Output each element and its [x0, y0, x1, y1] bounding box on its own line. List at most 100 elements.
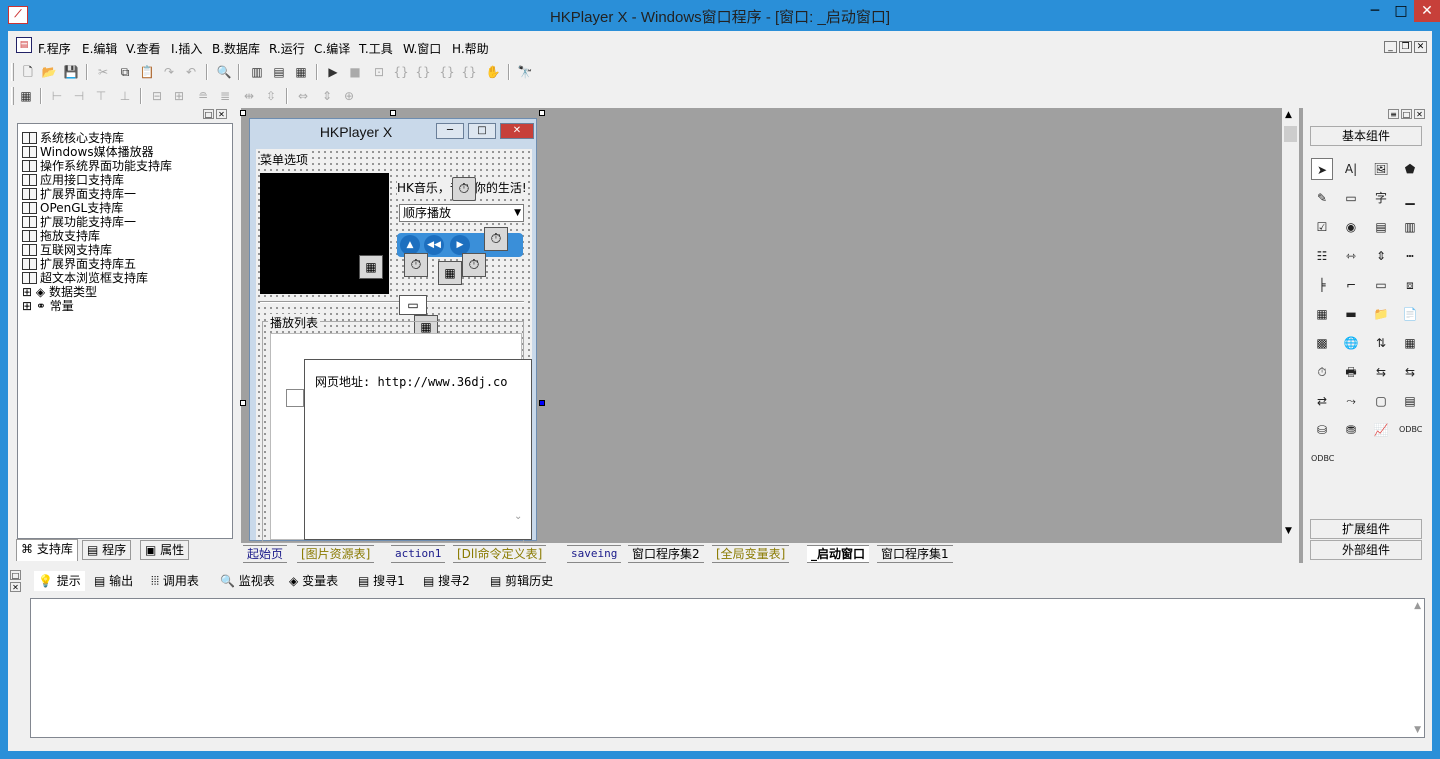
calendar-component-icon[interactable]: ▦: [438, 261, 462, 285]
menu-program[interactable]: F.程序: [38, 40, 71, 57]
scroll-up-icon[interactable]: ▲: [1285, 110, 1292, 120]
align-bottom-icon[interactable]: ⊥: [116, 87, 134, 105]
space-v-icon[interactable]: ⇳: [262, 87, 280, 105]
picture-box-icon[interactable]: 🖼: [1370, 158, 1392, 180]
menu-help[interactable]: H.帮助: [452, 40, 489, 57]
edit-box-icon[interactable]: ✎: [1311, 187, 1333, 209]
tab-global-vars[interactable]: [全局变量表]: [712, 545, 790, 563]
tab-startup-window[interactable]: _启动窗口: [807, 545, 870, 563]
step-over-icon[interactable]: {}: [414, 63, 432, 81]
odbc-icon[interactable]: ODBC: [1399, 419, 1422, 441]
menu-insert[interactable]: I.插入: [171, 40, 202, 57]
title-bar[interactable]: ⟋ HKPlayer X - Windows窗口程序 - [窗口: _启动窗口]…: [0, 0, 1440, 31]
menu-compile[interactable]: C.编译: [314, 40, 350, 57]
tab-properties[interactable]: ▣ 属性: [140, 540, 190, 560]
selection-handle[interactable]: [539, 400, 545, 406]
form-maximize-button[interactable]: □: [468, 123, 496, 139]
toolbar-grip[interactable]: [11, 63, 14, 81]
panel-restore-button[interactable]: □: [1401, 109, 1412, 119]
mdi-close-button[interactable]: ✕: [1414, 41, 1427, 53]
calendar-component-icon[interactable]: ▦: [359, 255, 383, 279]
menu-edit[interactable]: E.编辑: [82, 40, 117, 57]
step-into-icon[interactable]: {}: [392, 63, 410, 81]
tab-saveing[interactable]: saveing: [567, 545, 622, 563]
tree-item-datatypes[interactable]: ⊞ ◈ 数据类型: [22, 285, 97, 299]
scroll-up-icon[interactable]: ▲: [1414, 601, 1421, 611]
layout-bottom-icon[interactable]: ▤: [270, 63, 288, 81]
mdi-restore-button[interactable]: ❐: [1399, 41, 1412, 53]
redo-icon[interactable]: ↷: [160, 63, 178, 81]
copy-icon[interactable]: ⧉: [116, 63, 134, 81]
play-control-icon[interactable]: ▶: [450, 235, 470, 255]
network-client-icon[interactable]: ⇄: [1311, 390, 1333, 412]
mdi-doc-icon[interactable]: ▤: [16, 37, 32, 53]
calculator-icon[interactable]: ▦: [17, 87, 35, 105]
save-icon[interactable]: 💾: [62, 63, 80, 81]
timer-component-icon[interactable]: ⏱: [452, 177, 476, 201]
tab-support-library[interactable]: ⌘ 支持库: [16, 539, 78, 561]
tree-item[interactable]: 操作系统界面功能支持库: [22, 159, 172, 173]
panel-close-button[interactable]: ✕: [10, 582, 21, 592]
font-char-icon[interactable]: 字: [1370, 187, 1392, 209]
tree-item[interactable]: 扩展功能支持库一: [22, 215, 136, 229]
form-minimize-button[interactable]: ─: [436, 123, 464, 139]
file-box-icon[interactable]: 📄: [1399, 303, 1421, 325]
menu-tools[interactable]: T.工具: [359, 40, 393, 57]
table-icon[interactable]: ▤: [1399, 390, 1421, 412]
stop-icon[interactable]: ■: [346, 63, 364, 81]
image-box-icon[interactable]: ⧈: [1399, 274, 1421, 296]
maximize-button[interactable]: □: [1388, 0, 1414, 22]
external-components-button[interactable]: 外部组件: [1310, 540, 1422, 560]
step-out-icon[interactable]: {}: [438, 63, 456, 81]
run-icon[interactable]: ▶: [324, 63, 342, 81]
tab-start-page[interactable]: 起始页: [243, 545, 288, 563]
hyperlink-icon[interactable]: 🌐: [1340, 332, 1362, 354]
list-box-icon[interactable]: ▥: [1399, 216, 1421, 238]
menu-window[interactable]: W.窗口: [403, 40, 441, 57]
timer-icon[interactable]: ⏱: [1311, 361, 1333, 383]
button-icon[interactable]: ▁: [1399, 187, 1421, 209]
tab-action1[interactable]: action1: [391, 545, 446, 563]
group-box-icon[interactable]: ⌐: [1340, 274, 1362, 296]
extended-components-button[interactable]: 扩展组件: [1310, 519, 1422, 539]
panel-pin-button[interactable]: ≡: [1388, 109, 1399, 119]
close-button[interactable]: ✕: [1414, 0, 1440, 22]
run-to-cursor-icon[interactable]: {}: [460, 63, 478, 81]
tree-item[interactable]: 系统核心支持库: [22, 131, 124, 145]
picture-frame-icon[interactable]: ▭: [1340, 187, 1362, 209]
align-left-icon[interactable]: ⊢: [48, 87, 66, 105]
tree-item[interactable]: 互联网支持库: [22, 243, 112, 257]
output-text-area[interactable]: ▲ ▼: [30, 598, 1425, 738]
space-h-icon[interactable]: ⇹: [240, 87, 258, 105]
same-height-icon[interactable]: ≘: [194, 87, 212, 105]
frame-icon[interactable]: ▢: [1370, 390, 1392, 412]
stretch-both-icon[interactable]: ⊕: [340, 87, 358, 105]
scroll-down-icon[interactable]: ▼: [1414, 725, 1421, 735]
scroll-down-icon[interactable]: ▼: [1285, 526, 1292, 536]
panel-restore-button[interactable]: □: [203, 109, 214, 119]
tab-search2[interactable]: ▤ 搜寻2: [423, 571, 470, 591]
panel-restore-button[interactable]: □: [10, 570, 21, 580]
tree-item[interactable]: 应用接口支持库: [22, 173, 124, 187]
open-folder-icon[interactable]: 📂: [40, 63, 58, 81]
tree-item-constants[interactable]: ⊞ ⚭ 常量: [22, 299, 74, 313]
designer-vscroll[interactable]: ▲ ▼: [1282, 108, 1299, 563]
vscroll-icon[interactable]: ⇕: [1370, 245, 1392, 267]
expand-icon[interactable]: ⊞: [22, 285, 32, 299]
label-icon[interactable]: A|: [1340, 158, 1362, 180]
data-source-icon[interactable]: ⇆: [1370, 361, 1392, 383]
new-file-icon[interactable]: 🗋: [19, 63, 37, 81]
toolbar-grip[interactable]: [11, 87, 14, 105]
hscroll-icon[interactable]: ⇿: [1340, 245, 1362, 267]
cut-icon[interactable]: ✂: [94, 63, 112, 81]
network-server-icon[interactable]: ⤳: [1340, 390, 1362, 412]
db-source-icon[interactable]: ⛃: [1340, 419, 1362, 441]
undo-icon[interactable]: ↶: [182, 63, 200, 81]
selection-handle[interactable]: [390, 110, 396, 116]
tab-call-stack[interactable]: ⦙⦙⦙ 调用表: [151, 571, 199, 591]
calendar-icon[interactable]: ▦: [1399, 332, 1421, 354]
center-h-icon[interactable]: ⊟: [148, 87, 166, 105]
db-provider-icon[interactable]: ⛁: [1311, 419, 1333, 441]
tab-clip-history[interactable]: ▤ 剪辑历史: [490, 571, 553, 591]
stretch-h-icon[interactable]: ⇔: [294, 87, 312, 105]
